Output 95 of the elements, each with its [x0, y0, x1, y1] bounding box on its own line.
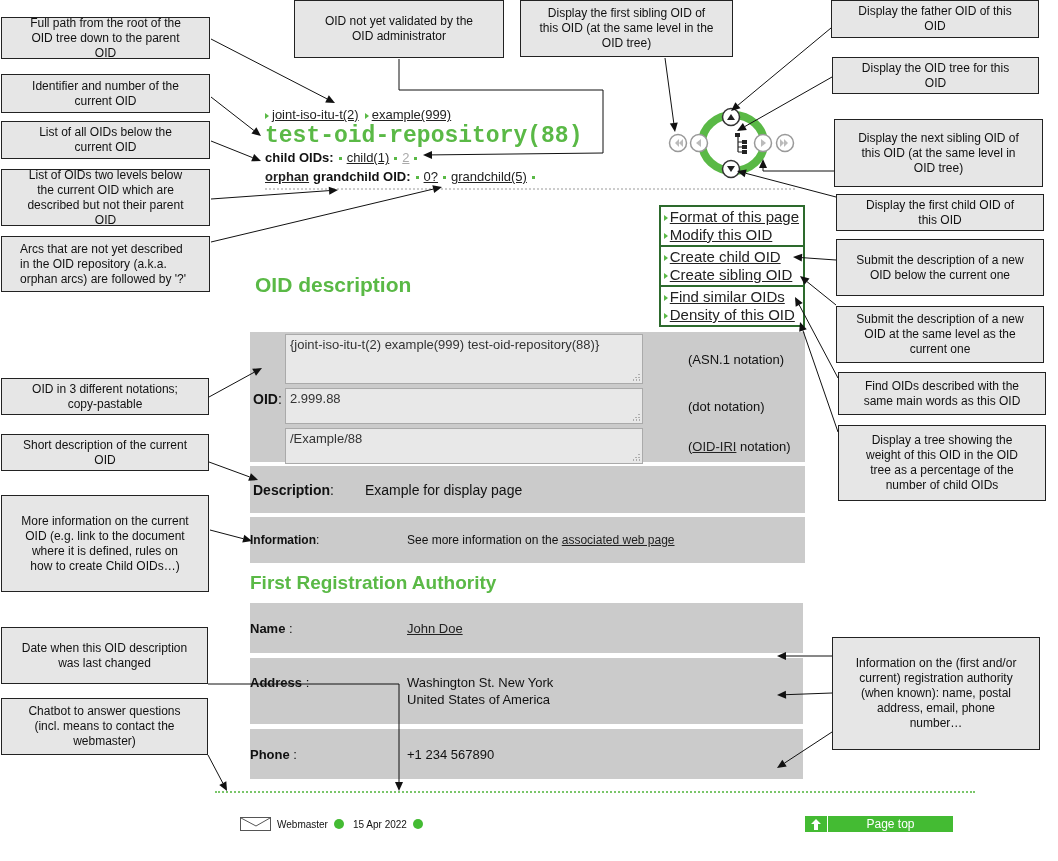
callout: Display the next sibling OID of this OID (at the same level in OID tree) [834, 119, 1043, 187]
webmaster-link[interactable]: Webmaster [277, 818, 328, 830]
description-label: Description: [252, 481, 335, 498]
description-text: Example for display page [365, 481, 523, 498]
tree-icon[interactable] [735, 133, 747, 154]
callout: Identifier and number of the current OID [1, 74, 210, 113]
callout: Information on the (first and/or current) registration authority (when known): name, postal address, email, phone number… [832, 637, 1040, 750]
resize-grip-icon[interactable] [632, 453, 640, 461]
field-label: Address : [250, 674, 311, 691]
notation-label: (OID-IRI notation) [687, 438, 792, 454]
callout: Full path from the root of the OID tree down to the parent OID [1, 17, 210, 59]
contact-link[interactable]: John Doe [407, 620, 463, 636]
callout: Chatbot to answer questions (incl. means to contact the webmaster) [1, 698, 208, 755]
status-dot [333, 819, 344, 829]
back-button[interactable] [689, 133, 709, 153]
resize-grip-icon[interactable] [632, 373, 640, 381]
menu-link[interactable]: Format of this page [669, 208, 799, 225]
callout: More information on the current OID (e.g. link to the document where it is defined, rules on how to create Child OIDs…) [1, 495, 209, 592]
forward-button[interactable] [753, 133, 773, 153]
down-button[interactable] [721, 159, 741, 179]
text-field[interactable]: /Example/88 [285, 428, 643, 464]
callout-arrow [209, 529, 252, 543]
triangle-icon [364, 112, 369, 119]
menu-link[interactable]: Find similar OIDs [669, 288, 785, 305]
callout: Display a tree showing the weight of this OID in the OID tree as a percentage of the number of child OIDs [838, 425, 1046, 501]
arrow-up-icon [811, 818, 821, 830]
callout: Display the OID tree for this OID [832, 57, 1039, 94]
callout: List of OIDs two levels below the current OID which are described but not their parent OID [1, 169, 210, 226]
grandchild-oid-link[interactable]: 0? [423, 169, 439, 184]
bullet-icon [531, 176, 535, 180]
triangle-icon [663, 313, 668, 320]
bullet-icon [338, 157, 342, 161]
triangle-icon [663, 215, 668, 222]
callout: Submit the description of a new OID below the current one [836, 239, 1044, 296]
field-value: +1 234 567890 [407, 746, 495, 762]
notation-label: (dot notation) [687, 398, 766, 414]
callout-arrow [208, 461, 258, 481]
callout: OID in 3 different notations; copy-pastable [1, 378, 209, 415]
callout: Display the first child OID of this OID [836, 194, 1044, 231]
callout: List of all OIDs below the current OID [1, 121, 210, 159]
grandchild-oid-label: grandchild OID: [313, 169, 411, 184]
oid-title: test-oid-repository(88) [265, 124, 583, 148]
bullet-icon [443, 176, 447, 180]
callout: Display the father OID of this OID [831, 0, 1039, 38]
callout: Find OIDs described with the same main words as this OID [838, 372, 1046, 415]
notation-label: (ASN.1 notation) [687, 351, 786, 367]
triangle-icon [663, 295, 668, 302]
grandchild-oid-link[interactable]: grandchild(5) [451, 169, 527, 184]
callout: Date when this OID description was last changed [1, 627, 208, 684]
web-page-link[interactable]: associated web page [561, 533, 675, 547]
field-label: Phone : [250, 746, 298, 762]
navigation-ring [698, 111, 768, 175]
field-value: Washington St. New York United States of America [407, 674, 554, 708]
bullet-icon [415, 176, 419, 180]
text-field[interactable]: 2.999.88 [285, 388, 643, 424]
breadcrumb-link[interactable]: example(999) [371, 107, 452, 122]
child-oids-label: child OIDs: [265, 150, 334, 165]
menu-link[interactable]: Create sibling OID [669, 266, 793, 283]
callout-arrow [210, 140, 261, 162]
rewind-button[interactable] [668, 133, 688, 153]
callout-arrow [793, 253, 837, 262]
triangle-icon [265, 112, 269, 119]
child-oid-link[interactable]: child(1) [346, 150, 390, 165]
resize-grip-icon[interactable] [632, 413, 640, 421]
orphan-link[interactable]: orphan [265, 169, 310, 184]
callout-arrow [777, 652, 833, 660]
callout: Arcs that are not yet described in the OID repository (a.k.a. orphan arcs) are followed by '?' [1, 236, 210, 292]
callout: Short description of the current OID [1, 434, 209, 471]
oid-iri-link[interactable]: OID-IRI [692, 438, 737, 454]
section-heading: First Registration Authority [250, 572, 498, 594]
triangle-icon [663, 233, 668, 240]
text-field[interactable]: {joint-iso-itu-t(2) example(999) test-oid-repository(88)} [285, 334, 643, 384]
envelope-icon[interactable] [240, 817, 271, 831]
callout: OID not yet validated by the OID administrator [294, 0, 504, 58]
menu-link[interactable]: Modify this OID [669, 226, 773, 243]
callout-arrow [777, 690, 833, 699]
information-text: See more information on the associated web page [407, 533, 675, 547]
callout: Display the first sibling OID of this OID (at the same level in the OID tree) [520, 0, 733, 57]
field-label: Name : [250, 620, 294, 636]
menu-link[interactable]: Create child OID [669, 248, 781, 265]
triangle-icon [663, 255, 668, 262]
bullet-icon [394, 157, 398, 161]
callout: Submit the description of a new OID at the same level as the current one [836, 306, 1044, 363]
information-label: Information: [250, 533, 321, 547]
callout-arrow [777, 731, 833, 768]
fast-forward-button[interactable] [775, 133, 795, 153]
status-dot [412, 819, 423, 829]
menu-link[interactable]: Density of this OID [669, 306, 795, 323]
bullet-icon [414, 157, 418, 161]
section-heading: OID description [255, 273, 412, 297]
oid-label: OID: [252, 391, 283, 407]
breadcrumb-link[interactable]: joint-iso-itu-t(2) [272, 107, 359, 122]
up-button[interactable] [721, 107, 741, 127]
triangle-icon [663, 273, 668, 280]
last-changed-date: 15 Apr 2022 [352, 818, 407, 830]
